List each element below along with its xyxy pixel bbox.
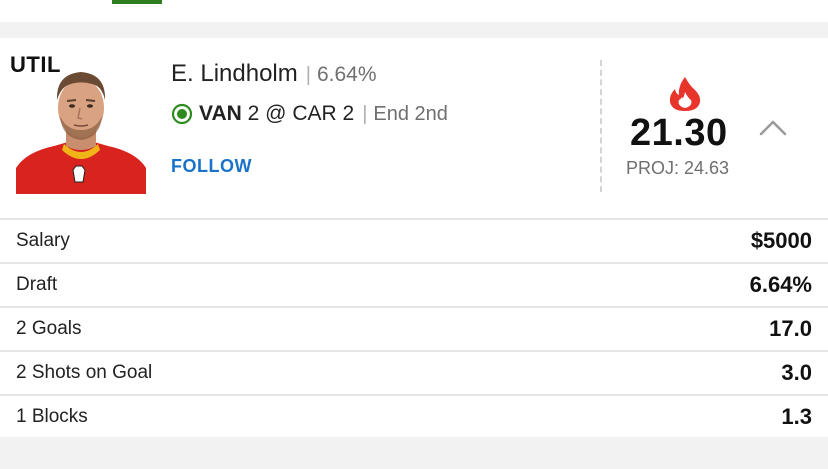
roster-position-label: UTIL (10, 52, 61, 77)
home-score: 2 (342, 102, 355, 125)
stat-label: 2 Shots on Goal (16, 362, 153, 383)
separator: | (362, 102, 368, 125)
fantasy-points: 21.30 (630, 112, 728, 154)
stat-row-goals: 2 Goals 17.0 (0, 308, 828, 352)
player-headshot (16, 60, 146, 194)
at-symbol: @ (265, 102, 287, 125)
player-name[interactable]: E. Lindholm (171, 60, 298, 87)
player-card[interactable]: UTIL E. Lindholm | 6.64% VAN 2 @ CAR 2 | End… (0, 38, 828, 437)
game-info-row: VAN 2 @ CAR 2 | End 2nd (171, 102, 448, 126)
stat-label: 1 Blocks (16, 406, 88, 427)
stat-value: 1.3 (781, 404, 812, 429)
stat-row-draft: Draft 6.64% (0, 264, 828, 308)
follow-button[interactable]: FOLLOW (171, 156, 252, 177)
stat-label: 2 Goals (16, 318, 82, 339)
stat-label: Salary (16, 230, 70, 251)
stat-value: $5000 (750, 228, 812, 253)
game-status: End 2nd (373, 102, 448, 125)
stat-value: 6.64% (749, 272, 812, 297)
divider (600, 60, 602, 192)
chevron-up-icon[interactable] (758, 118, 788, 138)
separator: | (305, 64, 311, 86)
stat-label: Draft (16, 274, 58, 295)
stat-row-salary: Salary $5000 (0, 220, 828, 264)
home-team: CAR (292, 102, 337, 125)
stat-row-shots-on-goal: 2 Shots on Goal 3.0 (0, 352, 828, 396)
live-indicator-icon (171, 103, 193, 125)
stat-value: 3.0 (781, 360, 812, 385)
player-name-row: E. Lindholm | 6.64% (171, 60, 377, 88)
stat-row-blocks: 1 Blocks 1.3 (0, 396, 828, 438)
ownership-percent: 6.64% (316, 63, 377, 86)
projected-points: PROJ: 24.63 (626, 158, 730, 178)
away-team: VAN (199, 102, 242, 125)
flame-icon (669, 77, 701, 111)
away-score: 2 (247, 102, 260, 125)
active-tab-indicator (112, 0, 162, 4)
stats-table: Salary $5000 Draft 6.64% 2 Goals 17.0 2 … (0, 218, 828, 438)
stat-value: 17.0 (769, 316, 812, 341)
top-nav-strip (0, 0, 828, 22)
